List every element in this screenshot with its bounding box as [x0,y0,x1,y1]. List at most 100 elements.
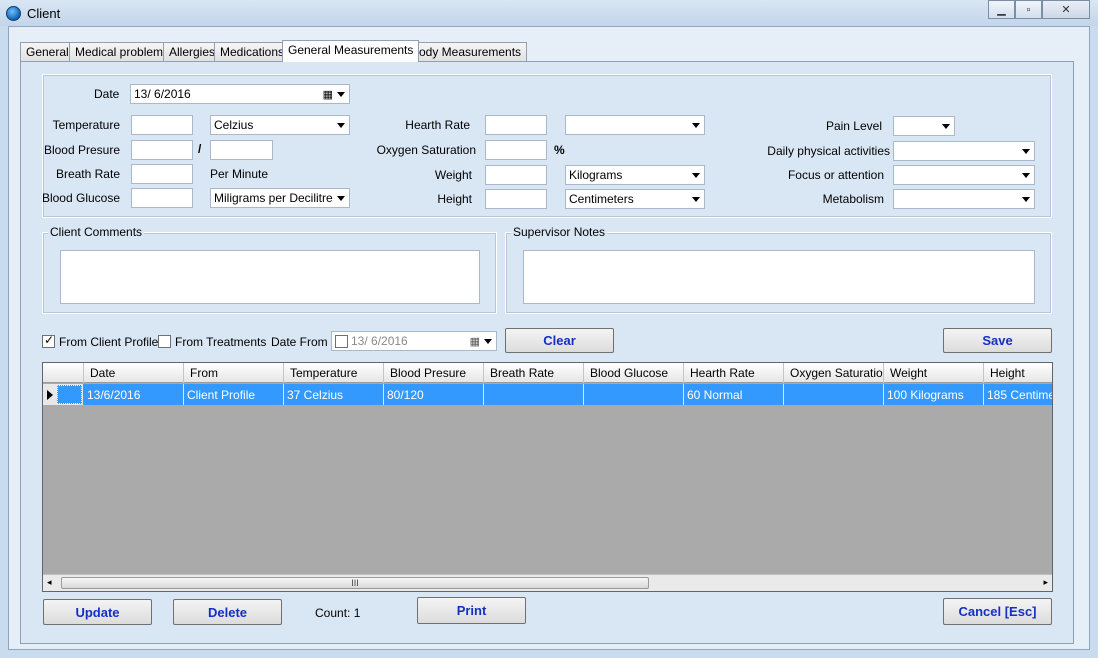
focus-select[interactable] [893,165,1035,185]
client-comments-textarea[interactable] [60,250,480,304]
clear-button[interactable]: Clear [505,328,614,353]
height-input[interactable] [485,189,547,209]
table-cell[interactable]: 100 Kilograms [884,384,984,405]
temperature-unit-select[interactable]: Celzius [210,115,350,135]
height-unit-select[interactable]: Centimeters [565,189,705,209]
temperature-input[interactable] [131,115,193,135]
breath-rate-input[interactable] [131,164,193,184]
delete-button[interactable]: Delete [173,599,282,625]
update-button[interactable]: Update [43,599,152,625]
table-cell[interactable]: 13/6/2016 [84,384,184,405]
column-header-hearth-rate[interactable]: Hearth Rate [684,363,784,383]
temperature-unit-value: Celzius [214,118,254,132]
from-client-profile-checkbox[interactable]: ✓ [42,333,55,348]
date-from-value: 13/ 6/2016 [351,334,408,348]
row-selector[interactable] [43,384,83,405]
weight-unit-value: Kilograms [569,168,623,182]
tab-general[interactable]: General [20,42,75,61]
chevron-down-icon [337,196,345,201]
table-cell[interactable]: 80/120 [384,384,484,405]
row-pointer-icon [47,390,53,400]
measurements-grid[interactable]: Date From Temperature Blood Presure Brea… [42,362,1053,592]
blood-pressure-diastolic-input[interactable] [210,140,273,160]
close-icon: ✕ [1061,4,1071,16]
minimize-button[interactable]: ▁ [988,0,1015,19]
column-header-from[interactable]: From [184,363,284,383]
scroll-left-icon[interactable]: ◂ [47,577,52,588]
check-icon: ✓ [44,333,55,347]
blood-glucose-label: Blood Glucose [41,191,120,205]
hearth-rate-input[interactable] [485,115,547,135]
daily-activities-label: Daily physical activities [767,144,890,158]
daily-activities-select[interactable] [893,141,1035,161]
table-cell[interactable] [484,384,584,405]
column-header-temperature[interactable]: Temperature [284,363,384,383]
table-cell[interactable]: 185 Centimeters [984,384,1052,405]
tab-body-measurements[interactable]: Body Measurements [405,42,528,61]
hearth-rate-select[interactable] [565,115,705,135]
hearth-rate-label: Hearth Rate [405,118,470,132]
table-cell[interactable]: 37 Celzius [284,384,384,405]
column-header-oxygen-saturation[interactable]: Oxygen Saturation [784,363,884,383]
column-header-weight[interactable]: Weight [884,363,984,383]
column-header-blood-pressure[interactable]: Blood Presure [384,363,484,383]
table-row[interactable]: 13/6/2016 Client Profile 37 Celzius 80/1… [43,384,1052,405]
tab-allergies[interactable]: Allergies [163,42,222,61]
weight-input[interactable] [485,165,547,185]
blood-glucose-input[interactable] [131,188,193,208]
grid-corner [43,363,84,383]
table-cell[interactable] [584,384,684,405]
column-header-blood-glucose[interactable]: Blood Glucose [584,363,684,383]
column-header-height[interactable]: Height [984,363,1052,383]
cancel-button[interactable]: Cancel [Esc] [943,598,1052,625]
from-treatments-checkbox[interactable] [158,335,171,348]
count-label: Count: 1 [315,606,361,620]
column-header-breath-rate[interactable]: Breath Rate [484,363,584,383]
chevron-down-icon [692,123,700,128]
metabolism-select[interactable] [893,189,1035,209]
tab-medications[interactable]: Medications [214,42,291,61]
blood-glucose-unit-value: Miligrams per Decilitre [214,191,333,205]
maximize-icon: ▫ [1026,3,1031,16]
tab-general-measurements[interactable]: General Measurements [282,40,420,62]
supervisor-notes-textarea[interactable] [523,250,1035,304]
breath-rate-unit: Per Minute [210,167,269,181]
minimize-icon: ▁ [997,4,1006,16]
horizontal-scrollbar[interactable]: ◂ III ▸ [43,574,1052,591]
weight-unit-select[interactable]: Kilograms [565,165,705,185]
maximize-button[interactable]: ▫ [1015,0,1042,19]
window-title: Client [27,6,61,21]
chevron-down-icon [692,197,700,202]
supervisor-notes-label: Supervisor Notes [511,225,608,239]
table-cell[interactable]: Client Profile [184,384,284,405]
table-cell[interactable] [784,384,884,405]
save-button[interactable]: Save [943,328,1052,353]
column-header-date[interactable]: Date [84,363,184,383]
weight-label: Weight [434,168,472,182]
table-cell[interactable]: 60 Normal [684,384,784,405]
chevron-down-icon [1022,173,1030,178]
height-unit-value: Centimeters [569,192,634,206]
date-from-label: Date From [271,335,328,349]
oxygen-saturation-input[interactable] [485,140,547,160]
blood-glucose-unit-select[interactable]: Miligrams per Decilitre [210,188,350,208]
title-bar [0,0,1098,26]
scroll-right-icon[interactable]: ▸ [1043,577,1048,588]
date-from-checkbox[interactable] [335,335,348,348]
oxygen-saturation-label: Oxygen Saturation [376,143,476,157]
print-button[interactable]: Print [417,597,526,624]
pain-level-select[interactable] [893,116,955,136]
from-treatments-label: From Treatments [175,335,267,349]
scrollbar-thumb[interactable]: III [61,577,649,589]
chevron-down-icon [1022,149,1030,154]
blood-pressure-systolic-input[interactable] [131,140,193,160]
oxygen-unit: % [554,143,565,157]
row-focus-cell [57,385,82,404]
date-from-picker[interactable]: 13/ 6/2016 ▦ [331,331,497,351]
chevron-down-icon [692,173,700,178]
client-comments-label: Client Comments [48,225,145,239]
date-picker[interactable]: 13/ 6/2016 ▦ [130,84,350,104]
tab-medical-problems[interactable]: Medical problems [69,42,176,61]
calendar-icon: ▦ [469,336,480,348]
close-button[interactable]: ✕ [1042,0,1090,19]
